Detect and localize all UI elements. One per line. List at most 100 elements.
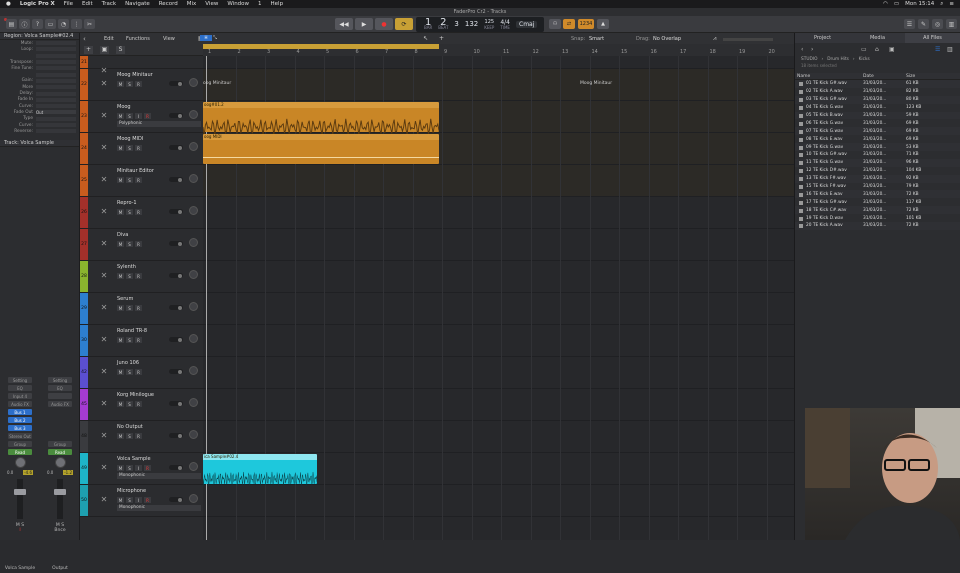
file-name[interactable]: 02 TE Kick A.wav xyxy=(795,89,863,95)
track-header[interactable]: 28 ✕ Sylenth MSR xyxy=(80,261,203,293)
track-on-toggle[interactable] xyxy=(169,369,183,374)
record-enable-button[interactable]: R xyxy=(135,433,142,439)
track-on-toggle[interactable] xyxy=(169,273,183,278)
track-name[interactable]: Roland TR-8 xyxy=(117,328,147,334)
track-header[interactable]: 50 ✕ Microphone MSIR Monophonic xyxy=(80,485,203,517)
pencil-tool-icon[interactable]: + xyxy=(439,35,444,42)
loop-browser-icon[interactable]: ◎ xyxy=(932,19,943,29)
inspector-field-value[interactable] xyxy=(36,116,76,121)
track-on-toggle[interactable] xyxy=(169,305,183,310)
menu-mix[interactable]: Mix xyxy=(187,1,197,7)
menu-view[interactable]: View xyxy=(205,1,218,7)
menu-app[interactable]: Logic Pro X xyxy=(20,1,55,7)
file-row[interactable]: 02 TE Kick A.wav 31/03/20... 82 KB xyxy=(795,88,960,96)
file-name[interactable]: 05 TE Kick B.wav xyxy=(795,113,863,118)
solo-button[interactable]: S xyxy=(126,369,133,375)
track-instr-mode[interactable]: Monophonic xyxy=(117,473,201,479)
solo-button[interactable]: S xyxy=(126,273,133,279)
strip-group-button[interactable]: Group xyxy=(8,441,32,447)
mute-button[interactable]: M xyxy=(117,177,124,183)
folder-icon[interactable]: ▣ xyxy=(100,46,109,54)
list-view-icon[interactable]: ☰ xyxy=(935,46,940,53)
inspector-field-value[interactable] xyxy=(36,97,76,102)
edit-menu[interactable]: Edit xyxy=(104,36,114,42)
file-name[interactable]: 17 TE Kick G#.wav xyxy=(795,200,863,205)
track-lane[interactable] xyxy=(203,56,794,69)
track-pan-knob[interactable] xyxy=(189,302,198,311)
path-drum-hits[interactable]: Drum Hits xyxy=(827,57,849,62)
strip-audio-fx-button[interactable]: Audio FX xyxy=(8,401,32,407)
track-name[interactable]: Volca Sample xyxy=(117,456,151,462)
track-pan-knob[interactable] xyxy=(189,142,198,151)
mute-button[interactable]: M xyxy=(117,145,124,151)
strip2-automation-button[interactable]: Read xyxy=(48,449,72,455)
track-pan-knob[interactable] xyxy=(189,430,198,439)
track-on-toggle[interactable] xyxy=(169,145,183,150)
track-pan-knob[interactable] xyxy=(189,334,198,343)
file-name[interactable]: 15 TE Kick F#.wav xyxy=(795,184,863,190)
track-on-toggle[interactable] xyxy=(169,81,183,86)
functions-menu[interactable]: Functions xyxy=(126,36,150,42)
track-name[interactable]: Juno 106 xyxy=(117,360,139,366)
track-header[interactable]: 23 ✕ Moog MSIR Polyphonic xyxy=(80,101,203,133)
file-row[interactable]: 13 TE Kick F#.wav 31/03/20... 92 KB xyxy=(795,174,960,183)
file-row[interactable]: 06 TE Kick G.wav 31/03/20... 69 KB xyxy=(795,119,960,127)
file-row[interactable]: 17 TE Kick G#.wav 31/03/20... 117 KB xyxy=(795,198,960,206)
file-row[interactable]: 16 TE Kick E.wav 31/03/20... 72 KB xyxy=(795,190,960,199)
track-pan-knob[interactable] xyxy=(189,238,198,247)
region[interactable]: oog MIDI xyxy=(203,134,439,164)
track-name[interactable]: Repro-1 xyxy=(117,200,137,206)
record-enable-button[interactable]: R xyxy=(135,273,142,279)
record-enable-button[interactable]: R xyxy=(135,145,142,151)
column-view-icon[interactable]: ▥ xyxy=(947,46,953,53)
col-name[interactable]: Name xyxy=(795,74,863,79)
file-row[interactable]: 03 TE Kick G#.wav 31/03/20... 80 KB xyxy=(795,95,960,104)
toolbar-icon[interactable]: ▭ xyxy=(45,19,56,29)
tuner-icon[interactable]: ⚇ xyxy=(549,19,561,29)
replace-icon[interactable]: ⇄ xyxy=(563,19,575,29)
strip2-audio-fx-button[interactable]: Audio FX xyxy=(48,401,72,407)
mute-button[interactable]: M xyxy=(117,497,124,503)
track-on-toggle[interactable] xyxy=(169,337,183,342)
file-name[interactable]: 12 TE Kick D#.wav xyxy=(795,168,863,174)
browser-path[interactable]: STUDIO › Drum Hits › Kicks xyxy=(795,55,960,63)
solo-button[interactable]: S xyxy=(126,145,133,151)
solo-icon[interactable]: S xyxy=(116,46,125,54)
file-name[interactable]: 20 TE Kick A.wav xyxy=(795,223,863,229)
col-date[interactable]: Date xyxy=(863,74,906,79)
track-name[interactable]: Moog MIDI xyxy=(117,136,143,142)
track-header[interactable]: 24 ✕ Moog MIDI MSR xyxy=(80,133,203,165)
search-icon[interactable]: ⌕ xyxy=(940,1,943,8)
solo-button[interactable]: S xyxy=(126,81,133,87)
play-button[interactable]: ▶ xyxy=(355,18,373,30)
back-icon[interactable]: ‹ xyxy=(83,35,86,43)
file-row[interactable]: 01 TE Kick G#.wav 31/03/20... 61 KB xyxy=(795,80,960,88)
track-lane[interactable] xyxy=(203,421,794,453)
count-in-button[interactable]: 1234 xyxy=(578,19,594,29)
library-icon[interactable]: ▤ xyxy=(6,19,17,29)
track-pan-knob[interactable] xyxy=(189,462,198,471)
snap-select[interactable]: Smart xyxy=(589,36,604,42)
strip-send-bus2[interactable]: Bus 2 xyxy=(8,417,32,423)
mute-button[interactable]: M xyxy=(117,401,124,407)
strip2-volume-fader[interactable] xyxy=(54,479,66,519)
track-header[interactable]: 45 ✕ Korg Minilogue MSR xyxy=(80,389,203,421)
menu-clock[interactable]: Mon 15:14 xyxy=(905,1,934,7)
mute-button[interactable]: M xyxy=(117,465,124,471)
solo-button[interactable]: S xyxy=(126,209,133,215)
track-pan-knob[interactable] xyxy=(189,206,198,215)
track-pan-knob[interactable] xyxy=(189,110,198,119)
view-menu[interactable]: View xyxy=(163,36,175,42)
solo-button[interactable]: S xyxy=(126,433,133,439)
mute-button[interactable]: M xyxy=(117,209,124,215)
inspector-field[interactable]: Reverse: xyxy=(0,128,79,134)
mute-button[interactable]: M xyxy=(117,305,124,311)
fader-cap[interactable] xyxy=(14,489,26,495)
track-lane[interactable] xyxy=(203,69,794,101)
mute-button[interactable]: M xyxy=(117,241,124,247)
path-kicks[interactable]: Kicks xyxy=(859,57,870,62)
input-monitor-button[interactable]: I xyxy=(135,465,142,471)
col-size[interactable]: Size xyxy=(906,74,946,79)
record-enable-button[interactable]: R xyxy=(135,209,142,215)
inspector-field-value[interactable] xyxy=(36,85,76,90)
